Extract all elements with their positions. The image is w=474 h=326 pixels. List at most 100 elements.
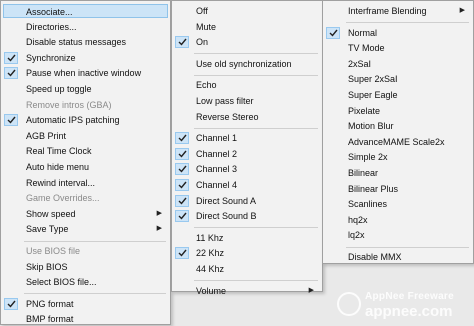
menu-item-png-format[interactable]: PNG format (1, 297, 170, 311)
menu-item-automatic-ips-patching[interactable]: Automatic IPS patching (1, 113, 170, 127)
menu-separator (194, 280, 318, 282)
menu-item-lq2x[interactable]: lq2x (323, 228, 473, 242)
menu-item-remove-intros-gba: Remove intros (GBA) (1, 98, 170, 112)
menu-item-normal[interactable]: Normal (323, 26, 473, 40)
menu-item-save-type[interactable]: Save Type ▶ (1, 222, 170, 236)
menu-item-channel-3[interactable]: Channel 3 (172, 162, 322, 176)
menu-item-simple-2x[interactable]: Simple 2x (323, 150, 473, 164)
menu-item-44-khz[interactable]: 44 Khz (172, 262, 322, 276)
menu-item-bilinear-plus[interactable]: Bilinear Plus (323, 182, 473, 196)
menu-item-label: Rewind interval... (26, 177, 96, 188)
menu-item-interframe-blending[interactable]: Interframe Blending ▶ (323, 4, 473, 18)
checkmark-icon (4, 51, 18, 64)
menu-item-label: Normal (348, 27, 378, 38)
menu-item-label: hq2x (348, 214, 368, 225)
menu-item-rewind-interval[interactable]: Rewind interval... (1, 176, 170, 190)
menu-item-label: On (196, 37, 209, 48)
menu-item-label: Direct Sound A (196, 195, 257, 206)
menu-item-tv-mode[interactable]: TV Mode (323, 41, 473, 55)
menu-item-associate[interactable]: Associate... (3, 4, 168, 18)
menu-item-label: Interframe Blending (348, 6, 427, 16)
menu-item-label: Mute (196, 21, 217, 32)
menu-item-label: 22 Khz (196, 248, 225, 259)
menu-item-label: Auto hide menu (26, 162, 90, 172)
menu-item-11-khz[interactable]: 11 Khz (172, 231, 322, 245)
menu-item-22-khz[interactable]: 22 Khz (172, 246, 322, 260)
menu-item-label: Channel 2 (196, 148, 238, 159)
menu-item-label: Super 2xSaI (348, 74, 398, 85)
menu-item-label: Automatic IPS patching (26, 115, 120, 126)
checkmark-icon (175, 132, 189, 145)
menu-item-label: Volume (196, 285, 227, 296)
menu-item-label: Low pass filter (196, 96, 254, 106)
menu-item-auto-hide-menu[interactable]: Auto hide menu (1, 160, 170, 174)
submenu-arrow-icon: ▶ (156, 225, 162, 233)
menu-item-use-old-synchronization[interactable]: Use old synchronization (172, 57, 322, 71)
menu-item-reverse-stereo[interactable]: Reverse Stereo (172, 110, 322, 124)
menu-item-mute[interactable]: Mute (172, 20, 322, 34)
menu-item-label: AdvanceMAME Scale2x (348, 136, 445, 147)
menu-item-2xsai[interactable]: 2xSaI (323, 57, 473, 71)
menu-item-pause-when-inactive-window[interactable]: Pause when inactive window (1, 66, 170, 80)
menu-item-game-overrides: Game Overrides... (1, 191, 170, 205)
menu-item-channel-2[interactable]: Channel 2 (172, 147, 322, 161)
menu-item-label: Bilinear (348, 168, 379, 178)
menu-item-super-eagle[interactable]: Super Eagle (323, 88, 473, 102)
menu-item-motion-blur[interactable]: Motion Blur (323, 119, 473, 133)
menu-item-disable-mmx[interactable]: Disable MMX (323, 250, 473, 264)
menu-item-advancemame-scale2x[interactable]: AdvanceMAME Scale2x (323, 135, 473, 149)
checkmark-icon (175, 163, 189, 176)
menu-item-channel-1[interactable]: Channel 1 (172, 131, 322, 145)
watermark-line2: appnee.com (365, 303, 453, 320)
menu-item-select-bios-file[interactable]: Select BIOS file... (1, 275, 170, 289)
menu-item-disable-status-messages[interactable]: Disable status messages (1, 35, 170, 49)
menu-item-bilinear[interactable]: Bilinear (323, 166, 473, 180)
menu-separator (194, 127, 318, 129)
menu-item-real-time-clock[interactable]: Real Time Clock (1, 144, 170, 158)
checkmark-icon (175, 179, 189, 191)
menu-item-label: Save Type (26, 224, 69, 235)
checkmark-icon (4, 67, 18, 80)
menu-item-use-bios-file: Use BIOS file (1, 244, 170, 258)
menu-item-label: Speed up toggle (26, 84, 92, 94)
appnee-watermark: AppNee Freeware appnee.com (335, 288, 474, 324)
menu-item-direct-sound-a[interactable]: Direct Sound A (172, 194, 322, 208)
menu-item-label: BMP format (26, 314, 74, 325)
menu-item-show-speed[interactable]: Show speed ▶ (1, 207, 170, 221)
watermark-line1: AppNee Freeware (365, 291, 454, 302)
menu-item-volume[interactable]: Volume ▶ (172, 284, 322, 298)
menu-item-label: Motion Blur (348, 121, 394, 132)
menu-item-scanlines[interactable]: Scanlines (323, 197, 473, 211)
checkmark-icon (175, 147, 189, 160)
menu-item-label: Show speed (26, 208, 76, 219)
menu-item-channel-4[interactable]: Channel 4 (172, 178, 322, 192)
menu-item-label: AGB Print (26, 130, 67, 141)
menu-item-on[interactable]: On (172, 35, 322, 49)
menu-item-directories[interactable]: Directories... (1, 20, 170, 34)
menu-item-label: lq2x (348, 230, 365, 241)
menu-item-echo[interactable]: Echo (172, 78, 322, 92)
menu-item-synchronize[interactable]: Synchronize (1, 51, 170, 65)
checkmark-icon (175, 210, 189, 223)
menu-item-skip-bios[interactable]: Skip BIOS (1, 260, 170, 274)
appnee-logo-icon (337, 292, 361, 316)
menu-item-label: Echo (196, 80, 217, 91)
menu-item-label: 2xSaI (348, 58, 372, 69)
menu-separator (24, 293, 166, 295)
menu-item-bmp-format[interactable]: BMP format (1, 312, 170, 326)
menu-item-label: Channel 3 (196, 164, 238, 175)
menu-item-hq2x[interactable]: hq2x (323, 213, 473, 227)
submenu-arrow-icon: ▶ (459, 7, 465, 14)
menu-item-label: TV Mode (348, 43, 385, 54)
menu-item-agb-print[interactable]: AGB Print (1, 129, 170, 143)
menu-item-label: Use BIOS file (26, 246, 81, 256)
menu-item-speed-up-toggle[interactable]: Speed up toggle (1, 82, 170, 96)
menu-item-direct-sound-b[interactable]: Direct Sound B (172, 209, 322, 223)
menu-item-off[interactable]: Off (172, 4, 322, 18)
options-menu: Associate... Directories... Disable status… (0, 0, 171, 325)
menu-item-pixelate[interactable]: Pixelate (323, 104, 473, 118)
menu-item-low-pass-filter[interactable]: Low pass filter (172, 94, 322, 108)
menu-separator (194, 74, 318, 76)
menu-item-super-2xsai[interactable]: Super 2xSaI (323, 72, 473, 86)
menu-item-label: Directories... (26, 21, 77, 32)
